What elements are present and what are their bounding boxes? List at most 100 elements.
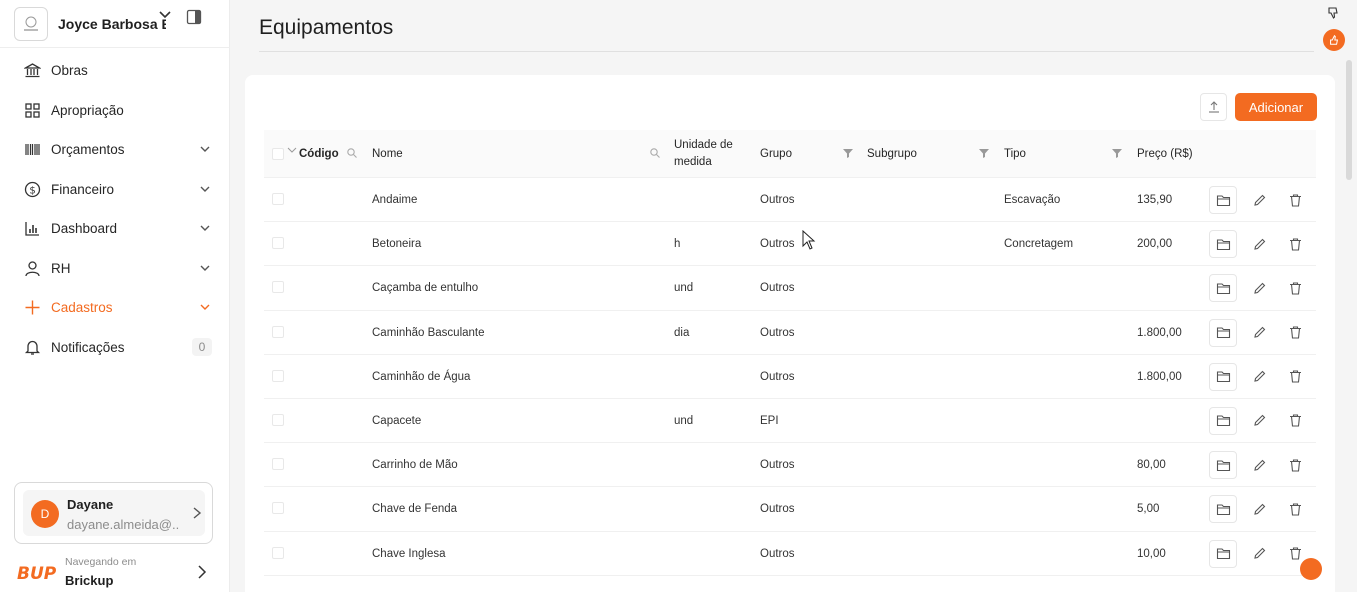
edit-button[interactable] bbox=[1245, 319, 1273, 347]
dollar-circle-icon: $ bbox=[24, 181, 41, 198]
edit-button[interactable] bbox=[1245, 230, 1273, 258]
edit-button[interactable] bbox=[1245, 407, 1273, 435]
row-checkbox[interactable] bbox=[272, 413, 284, 426]
open-folder-button[interactable] bbox=[1209, 495, 1237, 524]
edit-button[interactable] bbox=[1245, 540, 1273, 568]
cell-nome: Chave Inglesa bbox=[372, 547, 446, 560]
header-codigo[interactable]: Código bbox=[299, 130, 339, 178]
chevron-down-icon[interactable] bbox=[158, 8, 172, 22]
sidebar-item-notificacoes[interactable]: Notificações 0 bbox=[0, 328, 230, 368]
row-checkbox[interactable] bbox=[272, 369, 284, 382]
sidebar-item-label: Dashboard bbox=[51, 221, 118, 237]
pencil-icon bbox=[1252, 458, 1267, 473]
row-checkbox[interactable] bbox=[272, 546, 284, 559]
sidebar-item-dashboard[interactable]: Dashboard bbox=[0, 209, 230, 249]
chevron-down-icon[interactable] bbox=[286, 144, 298, 156]
row-checkbox[interactable] bbox=[272, 237, 284, 250]
table-row[interactable]: Chave Inglesa Outros 10,00 bbox=[264, 532, 1316, 576]
feedback-like-button[interactable] bbox=[1323, 29, 1345, 51]
open-folder-button[interactable] bbox=[1209, 406, 1237, 435]
select-all-checkbox[interactable] bbox=[272, 148, 284, 160]
delete-button[interactable] bbox=[1281, 495, 1309, 523]
open-folder-button[interactable] bbox=[1209, 451, 1237, 480]
open-folder-button[interactable] bbox=[1209, 186, 1237, 214]
sidebar-item-obras[interactable]: Obras bbox=[0, 51, 230, 91]
row-checkbox[interactable] bbox=[272, 193, 284, 205]
dislike-icon[interactable] bbox=[1326, 6, 1340, 20]
delete-button[interactable] bbox=[1281, 274, 1309, 302]
folder-icon bbox=[1216, 546, 1231, 561]
notification-count-badge: 0 bbox=[192, 337, 212, 356]
sidebar-item-rh[interactable]: RH bbox=[0, 249, 230, 289]
open-folder-button[interactable] bbox=[1209, 362, 1237, 391]
header-preco[interactable]: Preço (R$) bbox=[1137, 130, 1193, 178]
pencil-icon bbox=[1252, 325, 1267, 340]
add-button[interactable]: Adicionar bbox=[1235, 93, 1317, 121]
row-checkbox[interactable] bbox=[272, 325, 284, 338]
sidebar-collapse-icon[interactable] bbox=[186, 9, 202, 25]
table-row[interactable]: Capacete und EPI bbox=[264, 399, 1316, 444]
cell-grupo: EPI bbox=[760, 414, 779, 427]
search-icon[interactable] bbox=[346, 147, 358, 159]
chevron-right-icon[interactable] bbox=[191, 506, 203, 520]
scrollbar[interactable] bbox=[1346, 60, 1352, 180]
row-checkbox[interactable] bbox=[272, 502, 284, 515]
table-row[interactable]: Caçamba de entulho und Outros bbox=[264, 266, 1316, 311]
filter-icon[interactable] bbox=[842, 147, 854, 159]
open-folder-button[interactable] bbox=[1209, 539, 1237, 568]
bank-icon bbox=[24, 62, 41, 79]
table-row[interactable]: Chave de Fenda Outros 5,00 bbox=[264, 487, 1316, 532]
open-folder-button[interactable] bbox=[1209, 318, 1237, 347]
cell-grupo: Outros bbox=[760, 282, 795, 295]
edit-button[interactable] bbox=[1245, 186, 1273, 214]
folder-icon bbox=[1216, 458, 1231, 473]
chevron-down-icon[interactable] bbox=[199, 222, 211, 234]
delete-button[interactable] bbox=[1281, 363, 1309, 391]
delete-button[interactable] bbox=[1281, 186, 1309, 214]
delete-button[interactable] bbox=[1281, 319, 1309, 347]
cell-nome: Caminhão Basculante bbox=[372, 326, 485, 339]
row-checkbox[interactable] bbox=[272, 281, 284, 294]
search-icon[interactable] bbox=[649, 147, 661, 159]
table-row[interactable]: Caminhão de Água Outros 1.800,00 bbox=[264, 355, 1316, 399]
edit-button[interactable] bbox=[1245, 363, 1273, 391]
chat-widget-button[interactable] bbox=[1300, 558, 1322, 580]
chevron-right-icon[interactable] bbox=[196, 564, 208, 580]
chevron-down-icon[interactable] bbox=[199, 183, 211, 195]
header-nome[interactable]: Nome bbox=[372, 130, 403, 178]
barcode-icon bbox=[24, 141, 41, 158]
user-card[interactable]: D Dayane dayane.almeida@... bbox=[14, 482, 213, 544]
table-row[interactable]: Carrinho de Mão Outros 80,00 bbox=[264, 443, 1316, 488]
filter-icon[interactable] bbox=[978, 147, 990, 159]
header-unidade[interactable]: Unidade de medida bbox=[674, 130, 733, 178]
table-row[interactable]: Andaime Outros Escavação 135,90 bbox=[264, 178, 1316, 223]
header-grupo[interactable]: Grupo bbox=[760, 130, 792, 178]
cell-unidade: dia bbox=[674, 326, 690, 339]
workspace-switcher[interactable]: BUP Navegando em Brickup bbox=[16, 552, 216, 592]
table-row[interactable]: Betoneira h Outros Concretagem 200,00 bbox=[264, 222, 1316, 267]
trash-icon bbox=[1288, 325, 1303, 340]
user-card-inner[interactable]: D Dayane dayane.almeida@... bbox=[23, 490, 205, 536]
delete-button[interactable] bbox=[1281, 451, 1309, 479]
open-folder-button[interactable] bbox=[1209, 230, 1237, 259]
sidebar-item-apropriacao[interactable]: Apropriação bbox=[0, 91, 230, 131]
filter-icon[interactable] bbox=[1111, 147, 1123, 159]
sidebar-item-financeiro[interactable]: $ Financeiro bbox=[0, 170, 230, 210]
open-folder-button[interactable] bbox=[1209, 274, 1237, 303]
row-checkbox[interactable] bbox=[272, 458, 284, 471]
edit-button[interactable] bbox=[1245, 495, 1273, 523]
cell-nome: Caçamba de entulho bbox=[372, 282, 479, 295]
chevron-down-icon[interactable] bbox=[199, 301, 211, 313]
table-row[interactable]: Caminhão Basculante dia Outros 1.800,00 bbox=[264, 311, 1316, 355]
header-tipo[interactable]: Tipo bbox=[1004, 130, 1026, 178]
edit-button[interactable] bbox=[1245, 451, 1273, 479]
sidebar-item-orcamentos[interactable]: Orçamentos bbox=[0, 130, 230, 170]
delete-button[interactable] bbox=[1281, 230, 1309, 258]
chevron-down-icon[interactable] bbox=[199, 143, 211, 155]
sidebar-item-cadastros[interactable]: Cadastros bbox=[0, 288, 230, 328]
delete-button[interactable] bbox=[1281, 407, 1309, 435]
export-button[interactable] bbox=[1200, 93, 1227, 121]
edit-button[interactable] bbox=[1245, 274, 1273, 302]
header-subgrupo[interactable]: Subgrupo bbox=[867, 130, 917, 178]
chevron-down-icon[interactable] bbox=[199, 262, 211, 274]
